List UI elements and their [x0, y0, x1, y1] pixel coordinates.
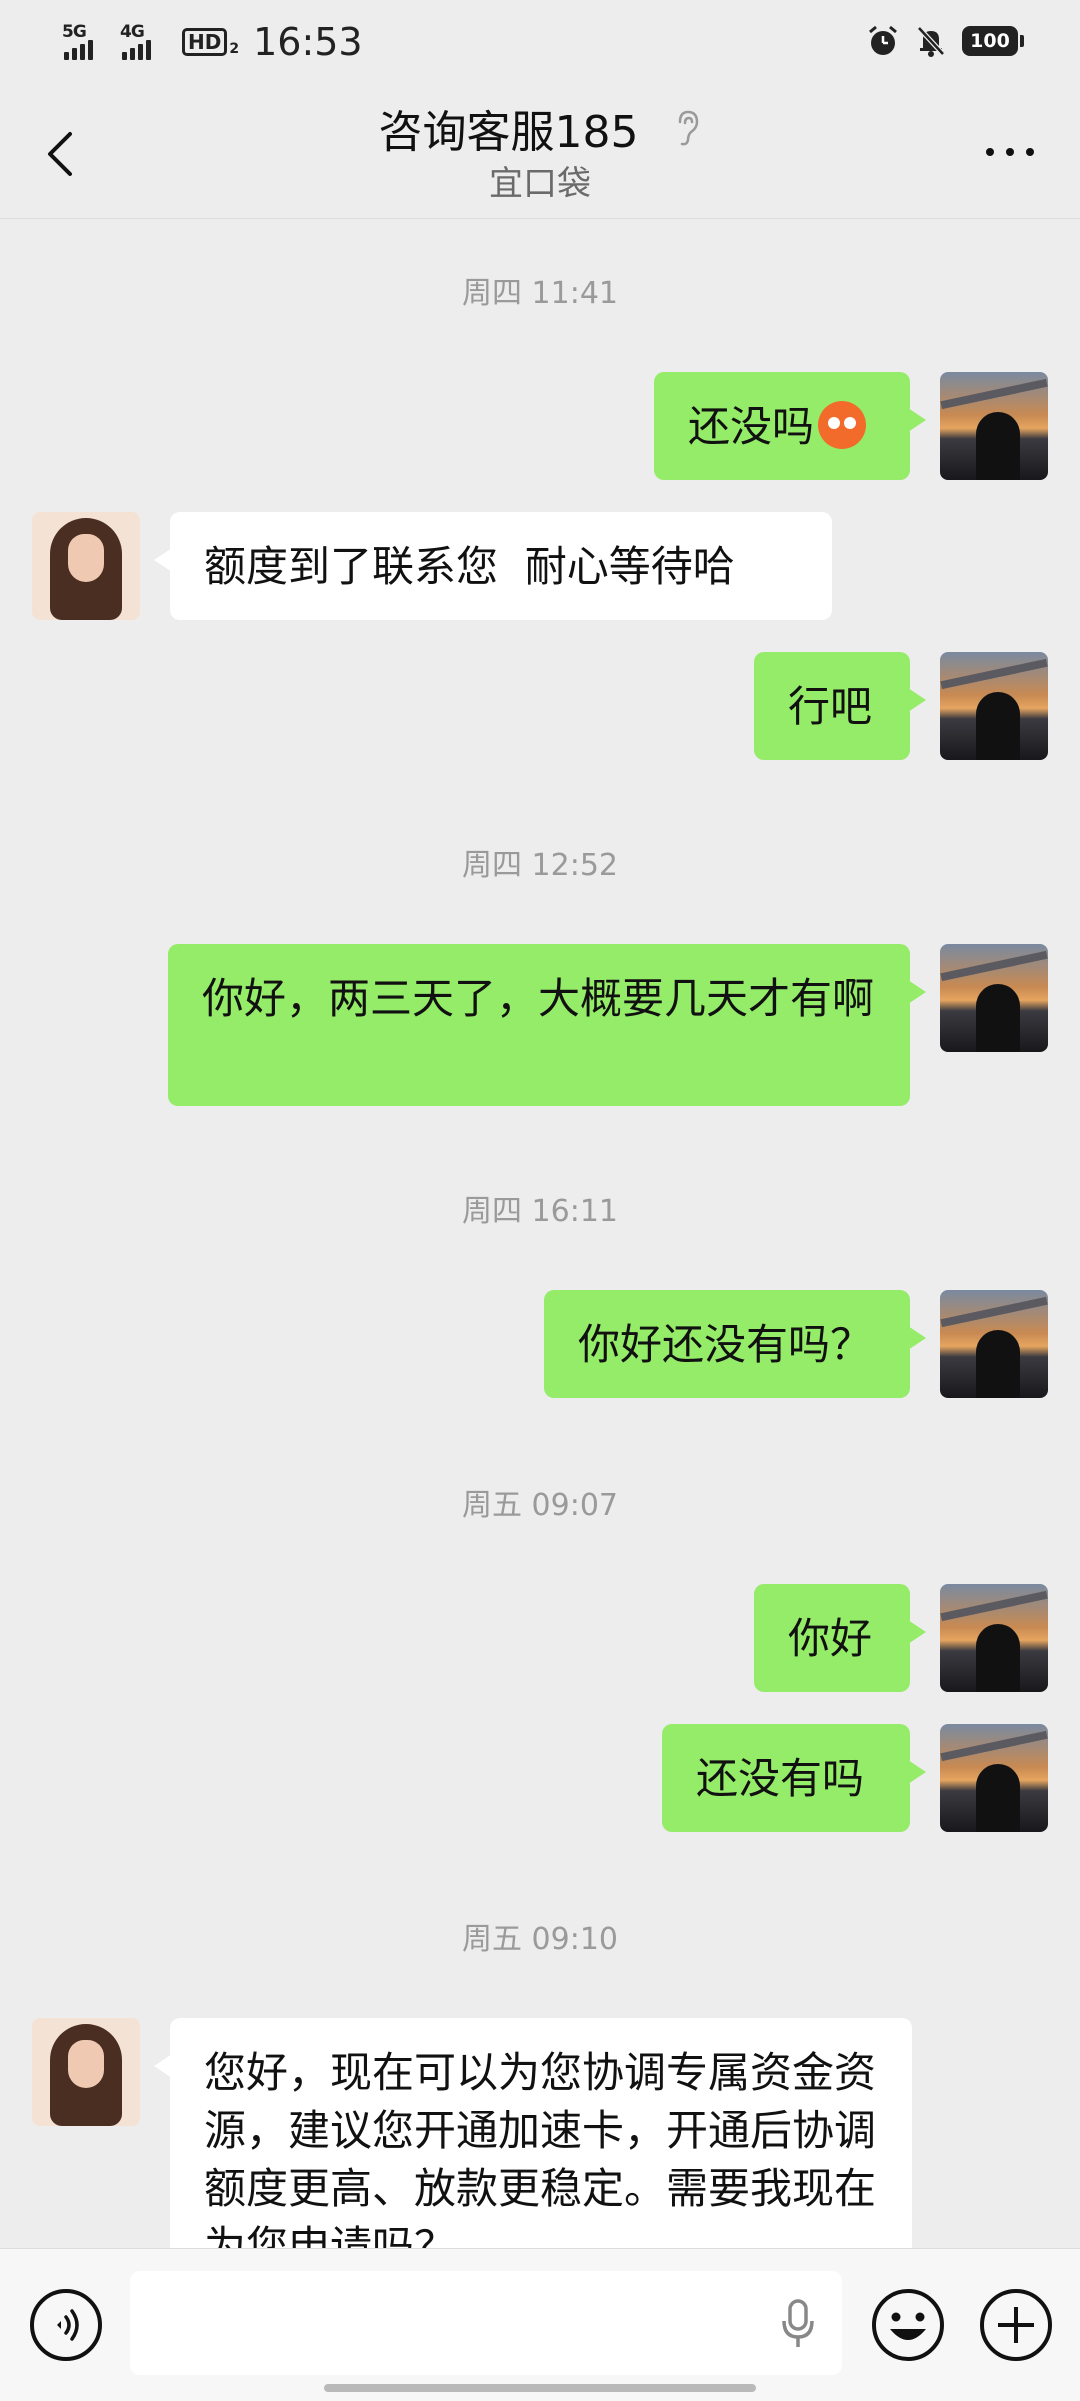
message-bubble-me[interactable]: 你好，两三天了，大概要几天才有啊 [168, 944, 926, 1106]
more-icon[interactable] [980, 142, 1040, 162]
message-bubble-contact[interactable]: 您好，现在可以为您协调专属资金资源，建议您开通加速卡，开通后协调额度更高、放款更… [154, 2018, 912, 2248]
signal-5g-icon: 5G [62, 22, 110, 62]
message-input[interactable] [130, 2271, 842, 2375]
message-bubble-me[interactable]: 还没有吗 [662, 1724, 926, 1832]
chat-subtitle: 宜口袋 [489, 164, 591, 204]
emoji-icon[interactable] [870, 2287, 946, 2363]
status-time: 16:53 [253, 20, 363, 64]
timestamp: 周四 11:41 [462, 276, 618, 311]
message-text: 您好，现在可以为您协调专属资金资源，建议您开通加速卡，开通后协调额度更高、放款更… [204, 2048, 877, 2248]
avatar-contact[interactable] [32, 2018, 140, 2126]
chat-header: 咨询客服185 宜口袋 [0, 86, 1080, 219]
battery-icon: 100 [962, 26, 1024, 56]
alarm-icon [869, 25, 897, 55]
avatar-me[interactable] [940, 652, 1048, 760]
flushed-emoji-icon [818, 401, 867, 449]
message-list[interactable]: 周四 11:41 还没吗 额度到了联系您 耐心等待哈 行吧 周四 12:52 你… [0, 218, 1080, 2248]
input-bar [0, 2248, 1080, 2401]
message-text: 行吧 [788, 682, 873, 731]
signal-4g-icon: 4G [120, 22, 168, 62]
hd-voice-icon: HD [182, 28, 228, 56]
avatar-contact[interactable] [32, 512, 140, 620]
message-text: 还没有吗 [696, 1754, 865, 1803]
timestamp: 周四 12:52 [462, 848, 618, 883]
voice-icon[interactable] [28, 2287, 104, 2363]
message-text: 还没吗 [688, 402, 815, 451]
avatar-me[interactable] [940, 944, 1048, 1052]
message-text: 你好 [788, 1614, 873, 1663]
avatar-me[interactable] [940, 1584, 1048, 1692]
timestamp: 周五 09:10 [462, 1922, 618, 1957]
status-bar: 5G 4G HD 2 16:53 100 [0, 0, 1080, 86]
message-text: 额度到了联系您 耐心等待哈 [204, 542, 735, 591]
mute-bell-icon [917, 26, 945, 57]
message-text: 你好还没有吗？ [578, 1320, 873, 1369]
message-bubble-me[interactable]: 行吧 [754, 652, 926, 760]
message-bubble-contact[interactable]: 额度到了联系您 耐心等待哈 [154, 512, 832, 620]
message-text: 你好，两三天了，大概要几天才有啊 [202, 974, 875, 1023]
message-bubble-me[interactable]: 你好还没有吗？ [544, 1290, 926, 1398]
message-bubble-me[interactable]: 还没吗 [654, 372, 926, 480]
hd-voice-sub: 2 [229, 41, 240, 57]
plus-icon[interactable] [978, 2287, 1054, 2363]
avatar-me[interactable] [940, 372, 1048, 480]
home-indicator[interactable] [324, 2384, 756, 2392]
avatar-me[interactable] [940, 1724, 1048, 1832]
ear-icon [678, 110, 698, 146]
message-bubble-me[interactable]: 你好 [754, 1584, 926, 1692]
avatar-me[interactable] [940, 1290, 1048, 1398]
timestamp: 周五 09:07 [462, 1488, 618, 1523]
timestamp: 周四 16:11 [462, 1194, 618, 1229]
mic-icon[interactable] [778, 2297, 818, 2349]
chat-title: 咨询客服185 [378, 107, 639, 158]
